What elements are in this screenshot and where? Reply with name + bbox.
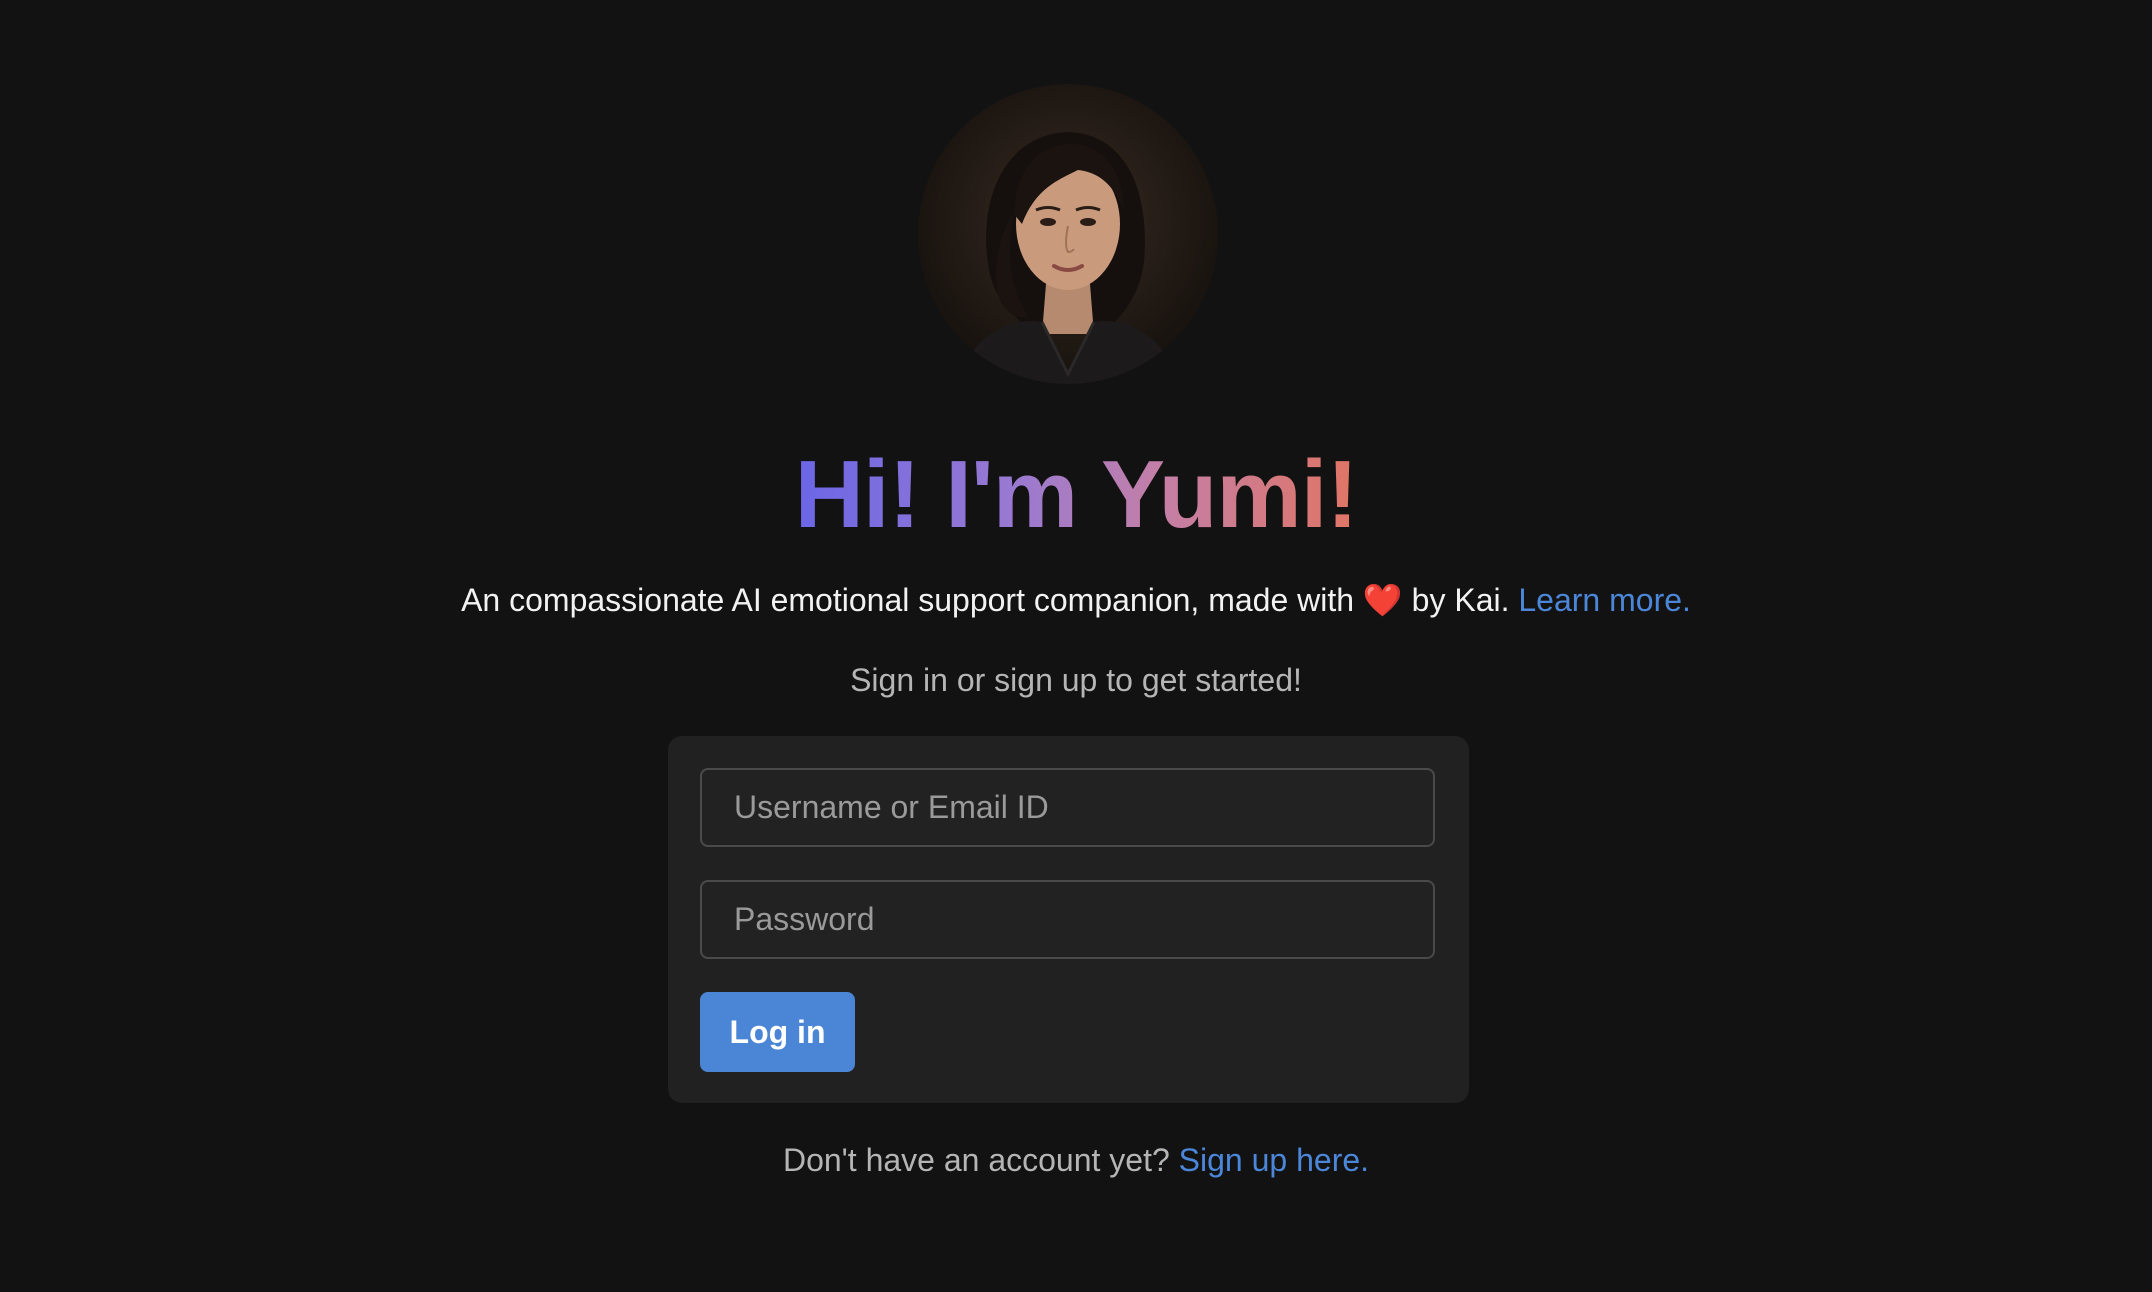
password-input[interactable]: [700, 880, 1435, 959]
username-input[interactable]: [700, 768, 1435, 847]
login-card: Log in: [668, 736, 1469, 1103]
learn-more-link[interactable]: Learn more.: [1518, 582, 1691, 618]
signup-prompt-text: Don't have an account yet?: [782, 1142, 1179, 1178]
signup-prompt: Don't have an account yet? Sign up here.: [0, 1138, 2152, 1182]
avatar: [918, 84, 1218, 384]
avatar-portrait-image: [958, 132, 1178, 384]
tagline-text: An compassionate AI emotional support co…: [461, 582, 1363, 618]
login-page: Hi! I'm Yumi! An compassionate AI emotio…: [0, 0, 2152, 1292]
signup-link[interactable]: Sign up here.: [1179, 1142, 1369, 1178]
page-title: Hi! I'm Yumi!: [0, 440, 2152, 550]
page-title-text: Hi! I'm Yumi!: [794, 441, 1359, 548]
login-button[interactable]: Log in: [700, 992, 855, 1072]
tagline: An compassionate AI emotional support co…: [0, 578, 2152, 622]
heart-icon: ❤️: [1362, 581, 1403, 619]
signin-prompt: Sign in or sign up to get started!: [850, 662, 1302, 698]
tagline-author: by Kai.: [1402, 582, 1519, 618]
